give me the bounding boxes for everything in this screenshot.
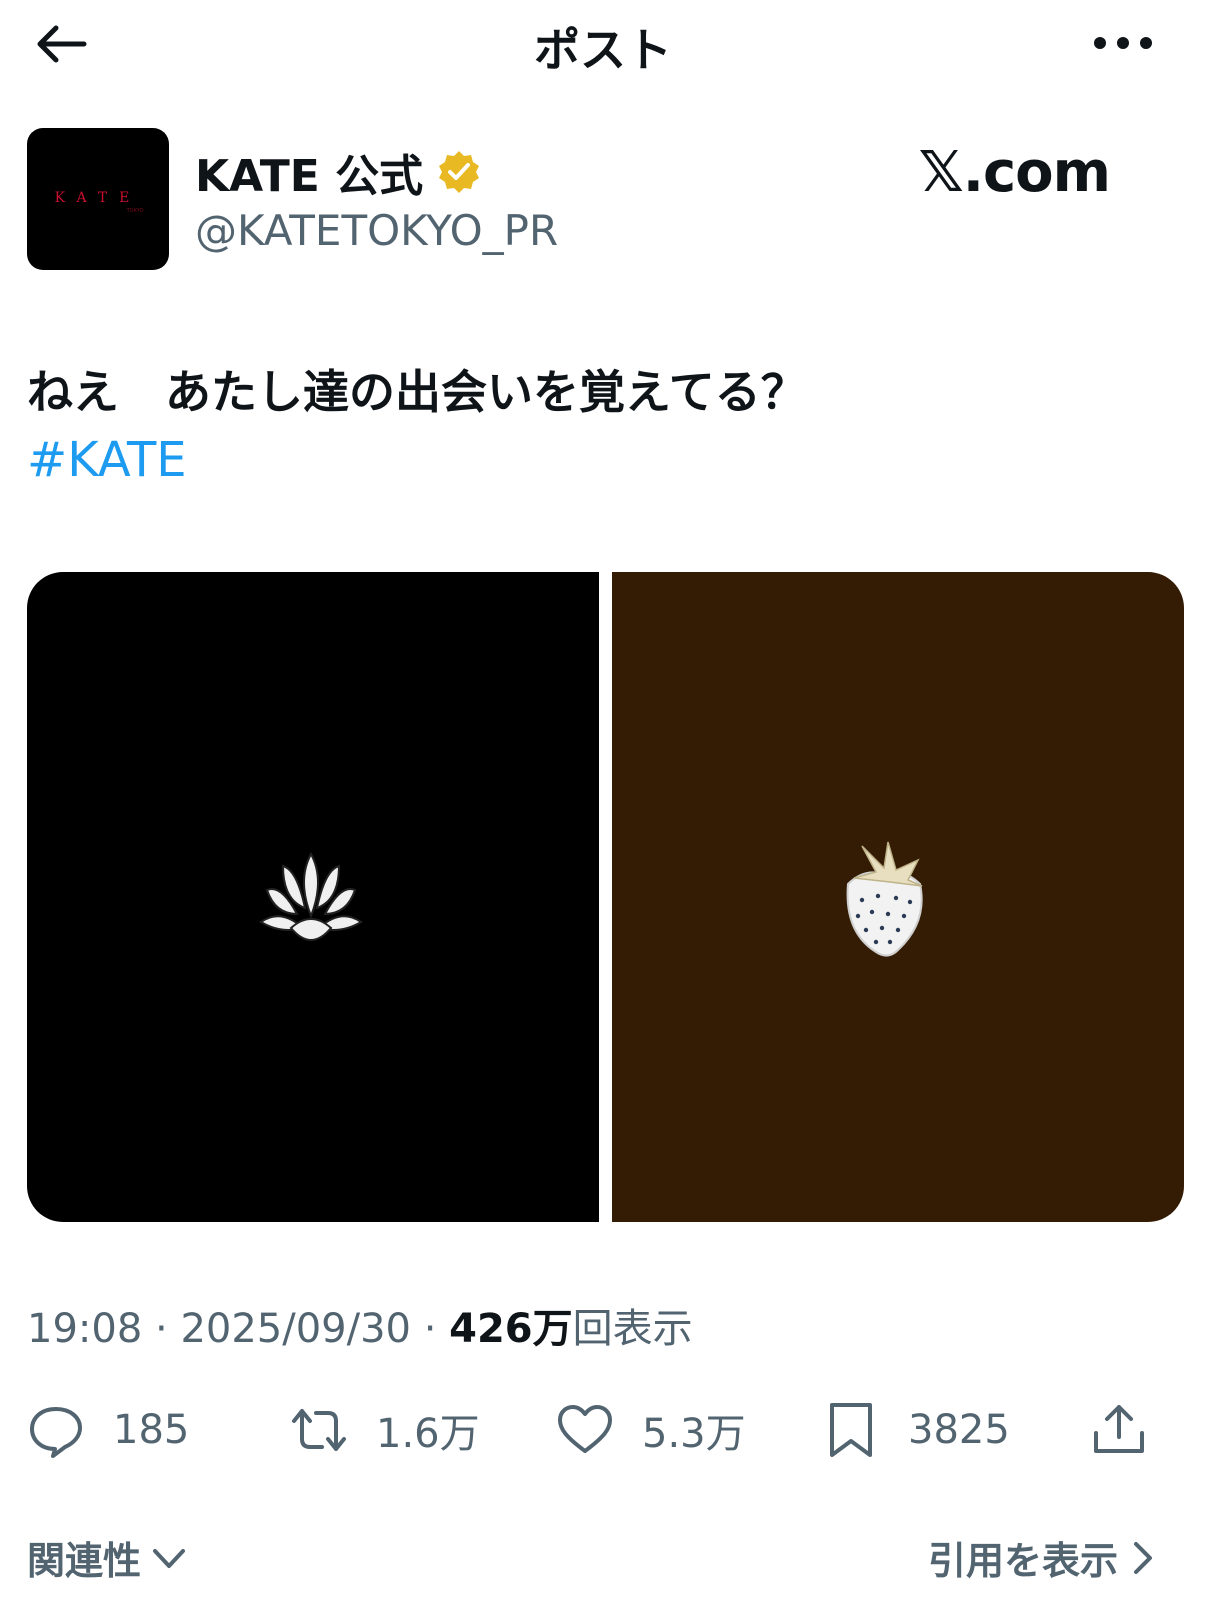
hashtag-link[interactable]: #KATE [27,432,187,488]
repost-button[interactable]: 1.6万 [290,1398,480,1462]
repost-count: 1.6万 [376,1411,480,1457]
svg-text:KATE: KATE [55,190,142,206]
chevron-down-icon [153,1548,186,1568]
avatar[interactable]: KATE TOKYO [27,128,169,270]
heart-icon [558,1405,612,1453]
share-upload-icon [1094,1405,1144,1453]
bookmark-count: 3825 [908,1407,1010,1453]
chevron-right-icon [1134,1541,1152,1574]
page-title: ポスト [534,23,672,77]
like-count: 5.3万 [642,1411,746,1457]
more-dots-icon [1094,37,1152,49]
post-meta: 19:08 · 2025/09/30 · 426万回表示 [27,1296,693,1354]
bookmark-button[interactable]: 3825 [822,1398,1010,1462]
reply-button[interactable]: 185 [27,1398,189,1462]
lotus-flower-icon [259,851,363,941]
post-date: 2025/09/30 [180,1306,411,1352]
kate-logo: KATE TOKYO [55,190,144,214]
reply-bubble-icon [30,1407,82,1458]
view-count: 426万 [449,1306,573,1352]
more-options-button[interactable] [1090,28,1156,58]
author-name-row[interactable]: KATE 公式 [195,140,483,204]
repost-icon [292,1409,346,1451]
author-name: KATE 公式 [195,151,424,202]
view-quotes-label: 引用を表示 [927,1539,1118,1583]
sort-relevance-dropdown[interactable]: 関連性 [27,1530,187,1585]
sort-label: 関連性 [27,1539,142,1583]
meta-separator: · [423,1306,450,1352]
verified-badge-icon [439,151,480,193]
view-quotes-link[interactable]: 引用を表示 [928,1530,1156,1585]
media-image-right[interactable] [612,572,1184,1222]
svg-text:TOKYO: TOKYO [126,208,144,214]
author-handle[interactable]: @KATETOKYO_PR [195,206,558,255]
white-strawberry-icon [846,841,923,957]
view-label: 回表示 [572,1306,693,1352]
post-time: 19:08 [27,1306,143,1352]
x-com-watermark: 𝕏.com [918,140,1111,205]
media-image-left[interactable] [27,572,599,1222]
share-button[interactable] [1090,1398,1148,1462]
like-button[interactable]: 5.3万 [556,1398,746,1462]
bookmark-icon [830,1403,872,1457]
post-text: ねえ あたし達の出会いを覚えてる？ [27,365,807,419]
reply-count: 185 [113,1407,190,1453]
meta-separator: · [155,1306,181,1352]
